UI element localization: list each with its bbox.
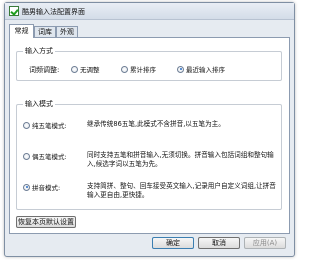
radio-indicator: [23, 121, 30, 129]
input-method-group-title: 输入方式: [23, 47, 55, 56]
freq-recent-label: 最近输入排序: [186, 66, 225, 74]
freq-cumulative-label: 累计排序: [130, 66, 156, 74]
radio-indicator: [71, 65, 78, 73]
radio-indicator: [23, 152, 30, 160]
freq-none-label: 无调整: [80, 66, 100, 74]
mode-pure-wubi-label: 纯五笔模式:: [32, 122, 67, 130]
tab-panel-general: 输入方式 词频调整: 无调整 累计排序 最近输入排序 输入模式 纯五笔模式: 继…: [9, 37, 290, 234]
mode-pure-wubi-radio[interactable]: 纯五笔模式:: [23, 120, 67, 130]
mode-pinyin-label: 拼音模式:: [32, 184, 61, 192]
input-mode-group-title: 输入模式: [23, 100, 55, 109]
cancel-button[interactable]: 取消: [198, 237, 240, 249]
mode-mixed-wubi-label: 偶五笔模式:: [32, 153, 67, 161]
freq-recent-radio[interactable]: 最近输入排序: [177, 64, 225, 74]
tab-appearance[interactable]: 外观: [56, 26, 78, 37]
radio-indicator-selected: [177, 65, 184, 73]
radio-indicator-selected: [23, 183, 30, 191]
config-window: 酷男输入法配置界面 常规 词库 外观 输入方式 词频调整: 无调整 累计排序 最…: [4, 2, 295, 257]
tab-dictionary[interactable]: 词库: [34, 26, 56, 37]
mode-pinyin-desc: 支持简拼、整句、回车接受英文输入,记录用户自定义词组,让拼音输入更自由,更快捷。: [87, 182, 276, 199]
ok-button[interactable]: 确定: [152, 237, 194, 249]
freq-none-radio[interactable]: 无调整: [71, 64, 100, 74]
tab-general[interactable]: 常规: [9, 24, 34, 38]
mode-mixed-wubi-desc: 同时支持五笔和拼音输入,无须切换。拼音输入包括词组和整句输入,候选字词以五笔为先…: [87, 151, 274, 168]
title-bar: 酷男输入法配置界面: [5, 3, 294, 20]
apply-button[interactable]: 应用(A): [244, 237, 286, 249]
mode-pure-wubi-desc: 继承传统86五笔,此模式不含拼音,以五笔为主。: [87, 120, 225, 128]
freq-cumulative-radio[interactable]: 累计排序: [121, 64, 156, 74]
freq-adjust-label: 词频调整:: [29, 66, 60, 74]
mode-mixed-wubi-radio[interactable]: 偶五笔模式:: [23, 151, 67, 161]
input-method-group: 输入方式 词频调整: 无调整 累计排序 最近输入排序: [16, 47, 282, 81]
window-title: 酷男输入法配置界面: [22, 8, 85, 16]
mode-pinyin-radio[interactable]: 拼音模式:: [23, 182, 60, 192]
reset-defaults-button[interactable]: 恢复本页默认设置: [16, 216, 76, 228]
radio-indicator: [121, 65, 128, 73]
input-mode-group: 输入模式 纯五笔模式: 继承传统86五笔,此模式不含拼音,以五笔为主。 偶五笔模…: [16, 100, 282, 210]
app-icon: [9, 6, 19, 16]
